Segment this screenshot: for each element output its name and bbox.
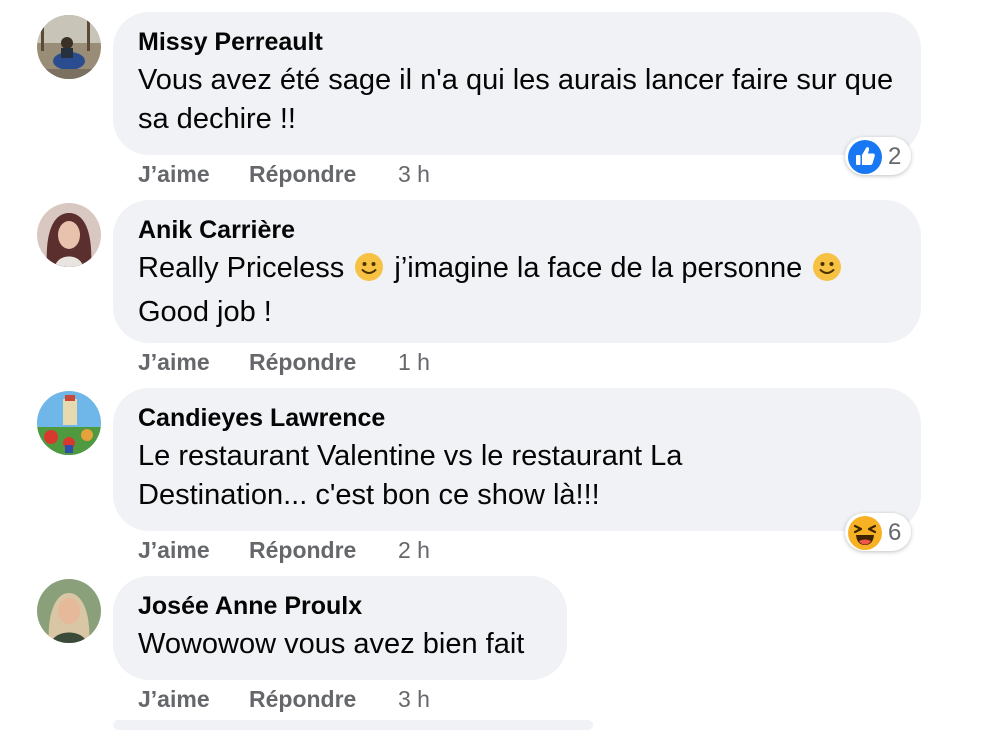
like-icon xyxy=(848,140,882,174)
reply-button[interactable]: Répondre xyxy=(249,159,356,189)
haha-icon xyxy=(848,516,882,550)
reaction-count: 6 xyxy=(888,519,902,546)
reply-button[interactable]: Répondre xyxy=(249,684,356,714)
comment-author[interactable]: Josée Anne Proulx xyxy=(138,590,543,622)
comment-author[interactable]: Missy Perreault xyxy=(138,26,897,58)
reaction-count: 2 xyxy=(888,143,902,170)
avatar[interactable] xyxy=(37,15,101,79)
comment-timestamp[interactable]: 3 h xyxy=(398,684,430,714)
comment-bubble: Anik Carrière Really Priceless j’imagine… xyxy=(113,200,921,343)
reaction-summary[interactable]: 6 xyxy=(845,513,912,551)
comment-text: Really Priceless j’imagine la face de la… xyxy=(138,249,897,332)
smiley-emoji-icon xyxy=(354,252,384,293)
like-button[interactable]: J’aime xyxy=(138,347,210,377)
comment-text: Wowowow vous avez bien fait xyxy=(138,628,525,660)
reaction-summary[interactable]: 2 xyxy=(845,137,912,175)
avatar[interactable] xyxy=(37,391,101,455)
comment-timestamp[interactable]: 1 h xyxy=(398,347,430,377)
reply-button[interactable]: Répondre xyxy=(249,347,356,377)
reply-button[interactable]: Répondre xyxy=(249,535,356,565)
comment-text: Vous avez été sage il n'a qui les aurais… xyxy=(138,64,894,135)
comment-text-part: Good job ! xyxy=(138,296,272,328)
comment-author[interactable]: Anik Carrière xyxy=(138,214,897,246)
like-button[interactable]: J’aime xyxy=(138,684,210,714)
like-button[interactable]: J’aime xyxy=(138,535,210,565)
comment-bubble: Josée Anne Proulx Wowowow vous avez bien… xyxy=(113,576,567,680)
like-button[interactable]: J’aime xyxy=(138,159,210,189)
comment-author[interactable]: Candieyes Lawrence xyxy=(138,402,897,434)
comment-bubble: Missy Perreault Vous avez été sage il n'… xyxy=(113,12,921,155)
comment-text-part: Really Priceless xyxy=(138,252,353,284)
next-comment-bubble-edge xyxy=(113,720,593,730)
smiley-emoji-icon xyxy=(812,252,842,293)
comment-timestamp[interactable]: 2 h xyxy=(398,535,430,565)
avatar[interactable] xyxy=(37,579,101,643)
comment-text-part: j’imagine la face de la personne xyxy=(386,252,811,284)
avatar[interactable] xyxy=(37,203,101,267)
comment-text: Le restaurant Valentine vs le restaurant… xyxy=(138,440,683,511)
comment-timestamp[interactable]: 3 h xyxy=(398,159,430,189)
comment-bubble: Candieyes Lawrence Le restaurant Valenti… xyxy=(113,388,921,531)
